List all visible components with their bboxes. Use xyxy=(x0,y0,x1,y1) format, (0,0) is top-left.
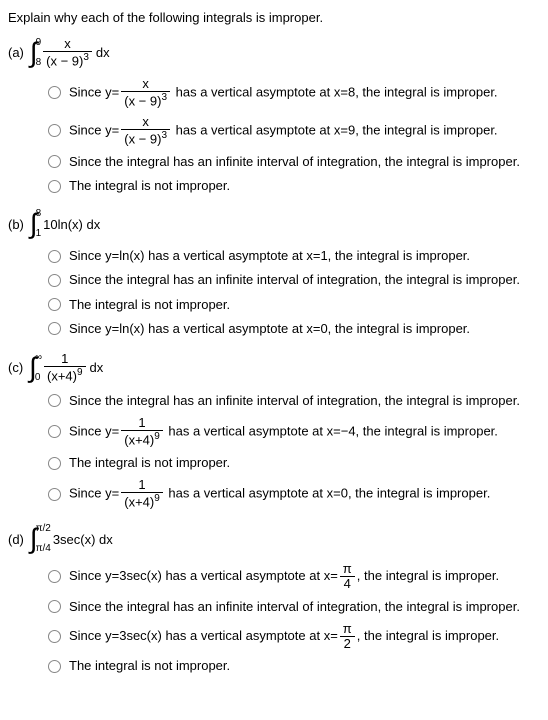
radio-icon xyxy=(48,488,61,501)
option-text: Since y=x(x − 9)3 has a vertical asympto… xyxy=(69,115,498,147)
part-d-option-1[interactable]: Since y=3sec(x) has a vertical asymptote… xyxy=(48,562,540,592)
radio-icon xyxy=(48,630,61,643)
part-d-label: (d) xyxy=(8,532,24,547)
option-text: Since the integral has an infinite inter… xyxy=(69,153,520,171)
part-d: (d) ∫ π/2π/4 3sec(x) dx Since y=3sec(x) … xyxy=(8,524,540,676)
part-d-option-4[interactable]: The integral is not improper. xyxy=(48,657,540,675)
part-a-option-4[interactable]: The integral is not improper. xyxy=(48,177,540,195)
option-text: Since the integral has an infinite inter… xyxy=(69,271,520,289)
part-c-option-2[interactable]: Since y=1(x+4)9 has a vertical asymptote… xyxy=(48,416,540,448)
part-c: (c) ∫ ∞0 1(x+4)9 dx Since the integral h… xyxy=(8,352,540,510)
part-b-integral: ∫ 81 10ln(x) dx xyxy=(30,209,102,239)
radio-icon xyxy=(48,155,61,168)
radio-icon xyxy=(48,180,61,193)
radio-icon xyxy=(48,274,61,287)
part-c-label: (c) xyxy=(8,360,23,375)
option-text: The integral is not improper. xyxy=(69,177,230,195)
part-b-option-2[interactable]: Since the integral has an infinite inter… xyxy=(48,271,540,289)
part-b-option-1[interactable]: Since y=ln(x) has a vertical asymptote a… xyxy=(48,247,540,265)
part-d-option-2[interactable]: Since the integral has an infinite inter… xyxy=(48,598,540,616)
part-a-integral: ∫ 98 x(x − 9)3 dx xyxy=(30,37,112,69)
part-b-label: (b) xyxy=(8,217,24,232)
option-text: Since y=3sec(x) has a vertical asymptote… xyxy=(69,622,499,652)
radio-icon xyxy=(48,86,61,99)
radio-icon xyxy=(48,425,61,438)
part-d-option-3[interactable]: Since y=3sec(x) has a vertical asymptote… xyxy=(48,622,540,652)
radio-icon xyxy=(48,457,61,470)
part-a-option-1[interactable]: Since y=x(x − 9)3 has a vertical asympto… xyxy=(48,77,540,109)
radio-icon xyxy=(48,394,61,407)
option-text: Since y=ln(x) has a vertical asymptote a… xyxy=(69,247,470,265)
part-a-label: (a) xyxy=(8,45,24,60)
question-prompt: Explain why each of the following integr… xyxy=(8,10,540,25)
radio-icon xyxy=(48,250,61,263)
part-b-option-4[interactable]: Since y=ln(x) has a vertical asymptote a… xyxy=(48,320,540,338)
part-d-integral: ∫ π/2π/4 3sec(x) dx xyxy=(30,524,115,554)
part-a: (a) ∫ 98 x(x − 9)3 dx Since y=x(x − 9)3 … xyxy=(8,37,540,195)
part-c-option-4[interactable]: Since y=1(x+4)9 has a vertical asymptote… xyxy=(48,478,540,510)
option-text: Since y=3sec(x) has a vertical asymptote… xyxy=(69,562,499,592)
part-c-option-1[interactable]: Since the integral has an infinite inter… xyxy=(48,392,540,410)
part-b-option-3[interactable]: The integral is not improper. xyxy=(48,296,540,314)
part-c-option-3[interactable]: The integral is not improper. xyxy=(48,454,540,472)
option-text: The integral is not improper. xyxy=(69,657,230,675)
radio-icon xyxy=(48,298,61,311)
radio-icon xyxy=(48,124,61,137)
radio-icon xyxy=(48,660,61,673)
option-text: Since the integral has an infinite inter… xyxy=(69,392,520,410)
option-text: Since y=x(x − 9)3 has a vertical asympto… xyxy=(69,77,498,109)
part-a-option-2[interactable]: Since y=x(x − 9)3 has a vertical asympto… xyxy=(48,115,540,147)
option-text: Since y=1(x+4)9 has a vertical asymptote… xyxy=(69,416,498,448)
option-text: The integral is not improper. xyxy=(69,296,230,314)
option-text: Since the integral has an infinite inter… xyxy=(69,598,520,616)
radio-icon xyxy=(48,322,61,335)
option-text: Since y=ln(x) has a vertical asymptote a… xyxy=(69,320,470,338)
part-b: (b) ∫ 81 10ln(x) dx Since y=ln(x) has a … xyxy=(8,209,540,338)
radio-icon xyxy=(48,570,61,583)
option-text: The integral is not improper. xyxy=(69,454,230,472)
part-a-option-3[interactable]: Since the integral has an infinite inter… xyxy=(48,153,540,171)
part-c-integral: ∫ ∞0 1(x+4)9 dx xyxy=(29,352,105,384)
radio-icon xyxy=(48,600,61,613)
option-text: Since y=1(x+4)9 has a vertical asymptote… xyxy=(69,478,490,510)
